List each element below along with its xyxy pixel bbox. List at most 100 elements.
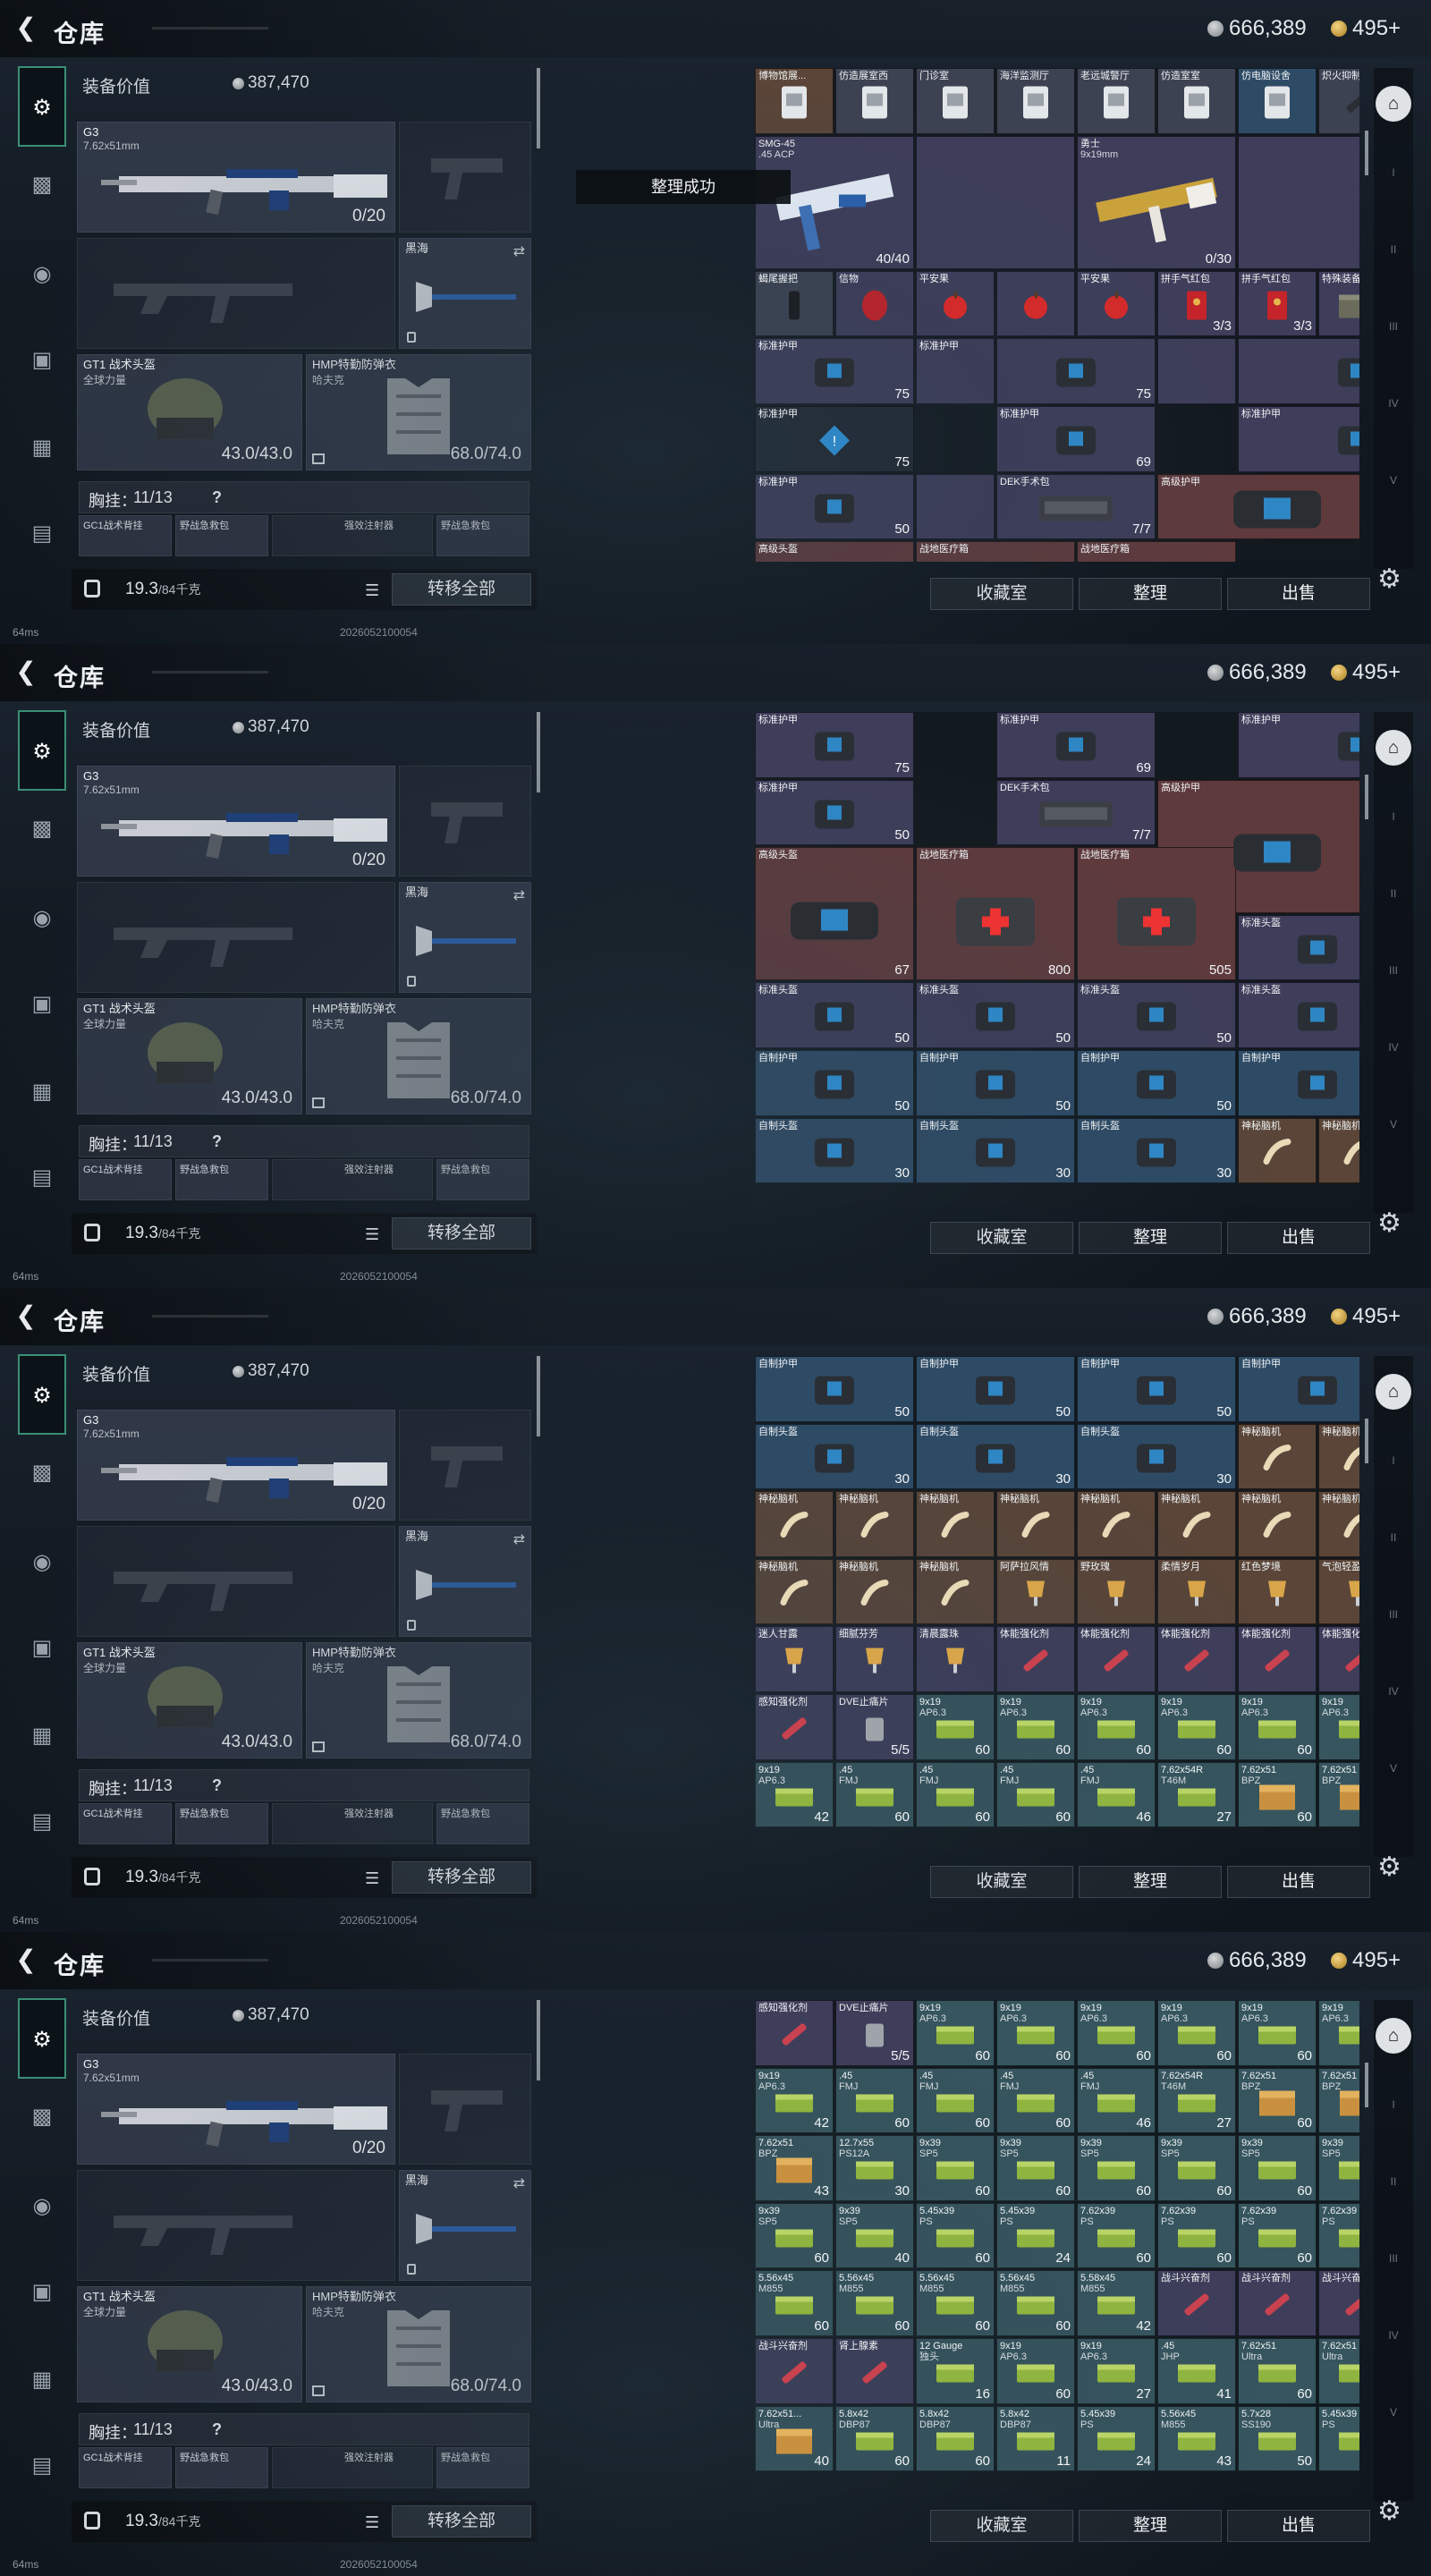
helmet-slot[interactable]: GT1 战术头盔 全球力量 43.0/43.0	[77, 998, 302, 1114]
transfer-all-button[interactable]: 转移全部	[392, 1217, 531, 1250]
inventory-scrollbar[interactable]	[1365, 712, 1368, 1195]
inventory-item[interactable]: .45 JHP 41	[1157, 2338, 1236, 2404]
storage-tab[interactable]: I	[1379, 1454, 1408, 1483]
inventory-item[interactable]: 7.62x39 PS 60	[1077, 2202, 1156, 2269]
inventory-item[interactable]: 9x39SP5 60	[916, 2135, 995, 2201]
inventory-item[interactable]: 5.58x45 M855 42	[1077, 2270, 1156, 2336]
back-arrow-icon[interactable]: ❮	[13, 1302, 39, 1329]
inventory-item[interactable]: .45 FMJ 60	[916, 2067, 995, 2134]
inventory-item[interactable]: 5.8x42 DBP87 60	[916, 2405, 995, 2472]
inventory-item[interactable]: 标准护甲69	[1238, 712, 1359, 778]
list-icon[interactable]: ☰	[365, 581, 379, 600]
storage-tab[interactable]: V	[1379, 2406, 1408, 2435]
inventory-item[interactable]: 9x39SP5 60	[1157, 2135, 1236, 2201]
inventory-item[interactable]: 9x39SP5 60	[996, 2135, 1075, 2201]
warehouse-home-icon[interactable]: ⌂	[1376, 86, 1411, 122]
inventory-item[interactable]: 仿造展室西	[835, 68, 914, 134]
chest-pocket-1[interactable]: GC1战术背挂	[79, 1803, 172, 1844]
inventory-item[interactable]: 门诊室	[916, 68, 995, 134]
inventory-item[interactable]: 9x39SP5 60	[1077, 2135, 1156, 2201]
inventory-item[interactable]: 5.45x39 PS 24	[996, 2202, 1075, 2269]
inventory-item[interactable]: 自制护甲 50	[916, 1356, 1075, 1422]
chest-pocket-1[interactable]: GC1战术背挂	[79, 1159, 172, 1200]
inventory-item[interactable]: 5.8x42 DBP87 60	[835, 2405, 914, 2472]
help-icon[interactable]: ?	[212, 488, 222, 507]
loadout-scrollbar[interactable]	[537, 1356, 540, 1436]
nav-case-icon[interactable]: ▤	[18, 1157, 66, 1199]
inventory-item[interactable]: 9x19AP6.360	[1318, 2000, 1359, 2066]
help-icon[interactable]: ?	[212, 1132, 222, 1151]
inventory-item[interactable]: 神秘脑机	[1157, 1491, 1236, 1557]
melee-slot[interactable]: 黑海 ⇄	[399, 1526, 531, 1637]
collection-room-button[interactable]: 收藏室	[930, 578, 1073, 610]
helmet-slot[interactable]: GT1 战术头盔 全球力量 43.0/43.0	[77, 354, 302, 470]
inventory-item[interactable]: .45 FMJ 60	[996, 2067, 1075, 2134]
inventory-item[interactable]: 自制头盔 30	[1077, 1423, 1236, 1490]
inventory-item[interactable]: 自制头盔 30	[916, 1423, 1075, 1490]
inventory-scrollbar[interactable]	[1365, 2000, 1368, 2483]
inventory-item[interactable]: 标准护甲	[916, 338, 995, 404]
inventory-item[interactable]: 战地医疗箱	[1077, 541, 1236, 562]
storage-tab[interactable]: II	[1379, 243, 1408, 272]
armor-slot[interactable]: HMP特勤防弹衣 哈夫克 68.0/74.0	[306, 998, 531, 1114]
inventory-item[interactable]: 标准头盔50	[755, 982, 914, 1048]
gold-currency[interactable]: 495+	[1331, 1304, 1401, 1329]
chest-pocket-3[interactable]: 强效注射器	[272, 1803, 433, 1844]
inventory-item[interactable]: 感知强化剂	[755, 1694, 834, 1760]
gold-currency[interactable]: 495+	[1331, 16, 1401, 41]
inventory-item[interactable]: 5.45x39 PS 24	[1077, 2405, 1156, 2472]
settings-gear-icon[interactable]: ⚙	[1377, 564, 1401, 595]
inventory-item[interactable]: 拼手气红包 3/3	[1238, 270, 1317, 337]
inventory-item[interactable]: 自制护甲 50	[755, 1356, 914, 1422]
inventory-item[interactable]: 7.62x51... Ultra 40	[755, 2405, 834, 2472]
inventory-item[interactable]: 9x19AP6.360	[916, 1694, 995, 1760]
nav-gun-icon[interactable]: ⚙	[18, 1998, 66, 2079]
scroll-thumb[interactable]	[1365, 131, 1368, 175]
storage-tab[interactable]: V	[1379, 1762, 1408, 1791]
inventory-item[interactable]: 标准头盔50	[1238, 982, 1359, 1048]
storage-tab[interactable]: IV	[1379, 397, 1408, 426]
nav-rig-icon[interactable]: ▦	[18, 2360, 66, 2401]
settings-gear-icon[interactable]: ⚙	[1377, 1208, 1401, 1239]
nav-rig-icon[interactable]: ▦	[18, 428, 66, 469]
inventory-item[interactable]: 博物馆展...	[755, 68, 834, 134]
inventory-item[interactable]: 神秘脑机	[835, 1558, 914, 1625]
inventory-item[interactable]: 12.7x55 PS12A 30	[835, 2135, 914, 2201]
chest-pocket-3[interactable]: 强效注射器	[272, 515, 433, 556]
inventory-item[interactable]: 战地医疗箱	[916, 541, 1075, 562]
storage-tab[interactable]: I	[1379, 810, 1408, 839]
melee-slot[interactable]: 黑海 ⇄	[399, 882, 531, 993]
inventory-item[interactable]: 标准护甲69	[996, 712, 1156, 778]
inventory-item[interactable]: 7.62x54R T46M 27	[1157, 1761, 1236, 1828]
storage-tab[interactable]: IV	[1379, 1685, 1408, 1714]
gold-currency[interactable]: 495+	[1331, 660, 1401, 685]
inventory-item[interactable]: DEK手术包 7/7	[996, 473, 1156, 540]
inventory-item[interactable]: 5.7x28 SS190 50	[1238, 2405, 1317, 2472]
inventory-item[interactable]: 7.62x51 BPZ 43	[755, 2135, 834, 2201]
inventory-item[interactable]: 7.62x54R T46M 27	[1157, 2067, 1236, 2134]
inventory-item[interactable]: 神秘脑机	[1318, 1423, 1359, 1490]
helmet-slot[interactable]: GT1 战术头盔 全球力量 43.0/43.0	[77, 2286, 302, 2402]
inventory-item[interactable]: 红色梦境	[1238, 1558, 1317, 1625]
inventory-item[interactable]: 9x19AP6.360	[1318, 1694, 1359, 1760]
inventory-item[interactable]: 5.45x39PS60	[1318, 2405, 1359, 2472]
inventory-item[interactable]: DEK手术包 7/7	[996, 779, 1156, 846]
storage-tab[interactable]: II	[1379, 2175, 1408, 2204]
pistol-slot[interactable]	[399, 766, 531, 877]
inventory-item[interactable]: 标准护甲69	[996, 406, 1156, 472]
back-arrow-icon[interactable]: ❮	[13, 658, 39, 685]
inventory-item[interactable]: 5.8x42 DBP87 11	[996, 2405, 1075, 2472]
nav-armor-icon[interactable]: ▩	[18, 165, 66, 206]
inventory-item[interactable]	[916, 135, 1075, 269]
inventory-item[interactable]: 战地医疗箱 800	[916, 847, 1075, 981]
storage-tab[interactable]: III	[1379, 320, 1408, 349]
inventory-item[interactable]: 标准头盔50	[916, 982, 1075, 1048]
inventory-item[interactable]: 神秘脑机	[755, 1558, 834, 1625]
secondary-weapon-slot[interactable]	[77, 238, 395, 349]
inventory-item[interactable]: DVE止痛片 5/5	[835, 1694, 914, 1760]
nav-backpack-icon[interactable]: ▣	[18, 1628, 66, 1669]
secondary-weapon-slot[interactable]	[77, 1526, 395, 1637]
inventory-item[interactable]: 迷人甘露	[755, 1626, 834, 1692]
inventory-item[interactable]: 5.56x45 M855 60	[835, 2270, 914, 2336]
transfer-all-button[interactable]: 转移全部	[392, 2505, 531, 2538]
